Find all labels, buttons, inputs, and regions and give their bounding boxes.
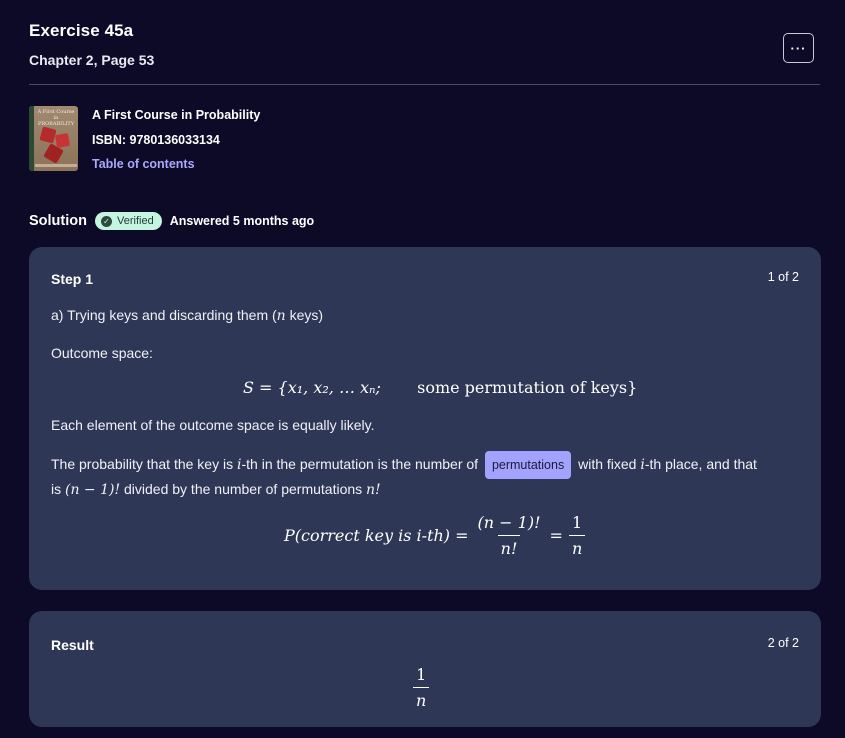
outcome-space-label: Outcome space: — [51, 345, 153, 361]
exercise-subtitle: Chapter 2, Page 53 — [29, 52, 155, 68]
more-options-button[interactable]: ··· — [783, 33, 814, 63]
probability-explanation-line2: is (n − 1)! divided by the number of per… — [51, 481, 381, 498]
result-title: Result — [51, 637, 94, 653]
verified-badge: ✓ Verified — [95, 212, 162, 230]
fraction: (n − 1)! n! — [477, 513, 541, 558]
step-title: Step 1 — [51, 271, 94, 287]
verified-check-icon: ✓ — [101, 215, 112, 227]
more-icon: ··· — [790, 40, 807, 56]
probability-equation: P(correct key is i-th) = (n − 1)! n! = 1… — [284, 513, 586, 558]
probability-explanation: The probability that the key is i-th in … — [51, 451, 757, 479]
exercise-title: Exercise 45a — [29, 21, 134, 40]
book-isbn: ISBN: 9780136033134 — [92, 133, 220, 147]
answered-time: Answered 5 months ago — [169, 214, 315, 228]
verified-badge-label: Verified — [117, 215, 154, 227]
book-cover-text: A First Course in PROBABILITY — [37, 109, 75, 127]
step-card: Step 1 1 of 2 a) Trying keys and discard… — [29, 247, 821, 590]
book-cover-image[interactable]: A First Course in PROBABILITY — [29, 106, 78, 171]
result-count: 2 of 2 — [767, 636, 799, 650]
permutations-chip[interactable]: permutations — [484, 451, 572, 479]
fraction: 1 n — [413, 665, 430, 710]
dice-shape — [39, 126, 57, 144]
step-text-line: a) Trying keys and discarding them (n ke… — [51, 307, 324, 324]
fraction: 1 n — [568, 513, 586, 558]
result-equation: 1 n — [413, 665, 430, 710]
table-of-contents-link[interactable]: Table of contents — [92, 157, 392, 171]
header-divider — [29, 84, 820, 85]
equally-likely-text: Each element of the outcome space is equ… — [51, 417, 375, 433]
solution-label: Solution — [29, 213, 87, 229]
outcome-space-equation: S = {x₁, x₂, … xₙ; some permutation of k… — [243, 378, 638, 397]
step-count: 1 of 2 — [767, 270, 799, 284]
book-title: A First Course in Probability — [92, 108, 261, 122]
book-details: A First Course in Probability ISBN: 9780… — [92, 108, 392, 171]
dice-shape — [54, 132, 71, 149]
solution-header: Solution ✓ Verified Answered 5 months ag… — [29, 212, 314, 230]
exercise-header: Exercise 45a Chapter 2, Page 53 — [29, 21, 154, 68]
result-card: Result 2 of 2 1 n — [29, 611, 821, 727]
